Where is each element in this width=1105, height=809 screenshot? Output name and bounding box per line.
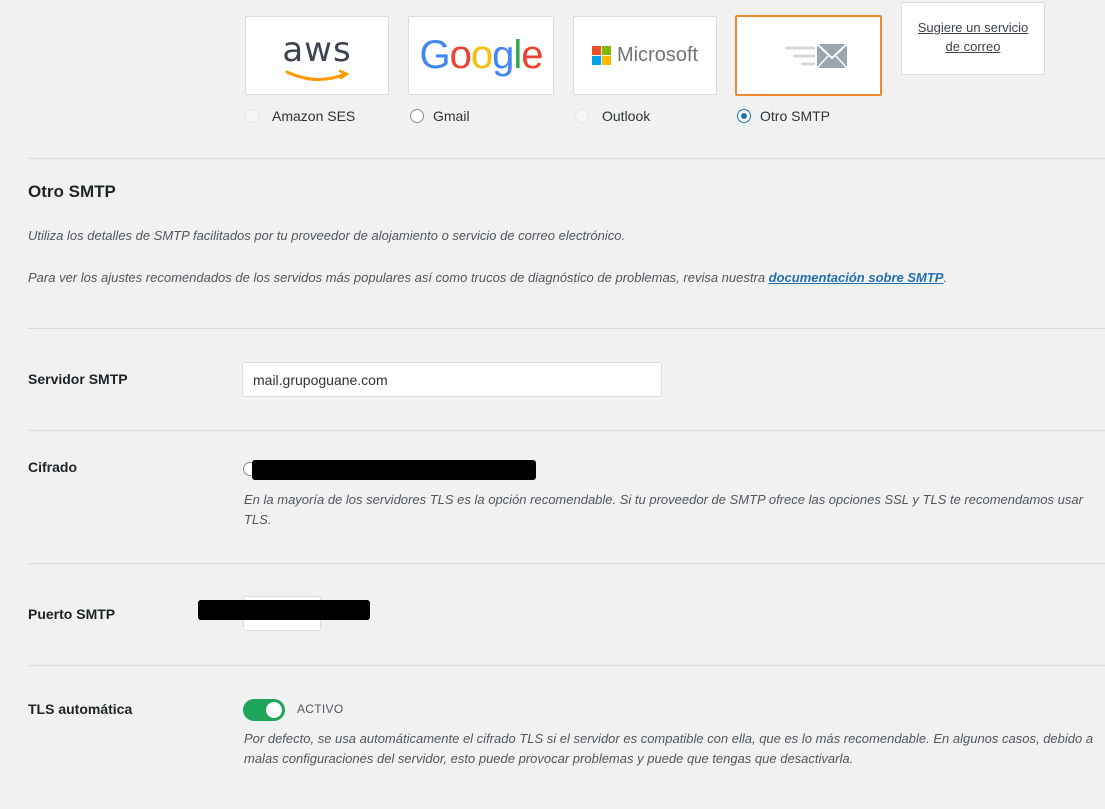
microsoft-squares-icon xyxy=(591,45,611,65)
suggest-mailer-card[interactable]: Sugiere un servicio de correo xyxy=(901,2,1045,75)
radio-button[interactable] xyxy=(245,109,259,123)
section-description: Utiliza los detalles de SMTP facilitados… xyxy=(28,228,626,243)
smtp-port-label: Puerto SMTP xyxy=(28,606,116,622)
divider xyxy=(28,328,1105,329)
divider xyxy=(28,563,1105,564)
radio-gmail[interactable]: Gmail xyxy=(410,108,470,124)
radio-label: Amazon SES xyxy=(272,108,356,124)
smtp-mail-icon xyxy=(784,42,848,69)
radio-amazon[interactable]: Amazon SES xyxy=(245,108,355,124)
google-logo: Google xyxy=(419,33,543,77)
radio-button[interactable] xyxy=(410,109,424,123)
mailer-card-amazon[interactable]: aws xyxy=(245,16,389,95)
divider xyxy=(28,665,1105,666)
radio-button[interactable] xyxy=(575,109,589,123)
divider xyxy=(28,430,1105,431)
autotls-label: TLS automática xyxy=(28,701,133,717)
autotls-toggle[interactable] xyxy=(243,699,285,721)
microsoft-logo: Microsoft xyxy=(591,44,698,67)
mailer-card-gmail[interactable]: Google xyxy=(408,16,554,95)
mailer-card-smtp[interactable] xyxy=(735,15,882,96)
smtp-docs-link[interactable]: documentación sobre SMTP xyxy=(769,270,944,285)
smtp-host-input[interactable] xyxy=(242,362,662,397)
encryption-label: Cifrado xyxy=(28,459,77,475)
redacted-port-value xyxy=(198,600,370,620)
section-title: Otro SMTP xyxy=(28,182,116,201)
radio-smtp[interactable]: Otro SMTP xyxy=(737,108,830,124)
aws-logo: aws xyxy=(277,28,357,84)
suggest-mailer-link[interactable]: Sugiere un servicio de correo xyxy=(918,18,1029,56)
divider xyxy=(28,158,1105,159)
autotls-help: Por defecto, se usa automáticamente el c… xyxy=(244,731,1094,766)
redacted-encryption-options xyxy=(252,460,536,480)
section-doc-note: Para ver los ajustes recomendados de los… xyxy=(28,270,948,285)
toggle-knob xyxy=(266,702,282,718)
autotls-status: ACTIVO xyxy=(297,702,344,716)
radio-label: Outlook xyxy=(602,108,651,124)
radio-button[interactable] xyxy=(737,109,751,123)
mailer-card-outlook[interactable]: Microsoft xyxy=(573,16,717,95)
encryption-help: En la mayoría de los servidores TLS es l… xyxy=(244,492,1083,527)
radio-label: Otro SMTP xyxy=(760,108,831,124)
radio-outlook[interactable]: Outlook xyxy=(575,108,650,124)
radio-label: Gmail xyxy=(433,108,470,124)
smtp-host-label: Servidor SMTP xyxy=(28,371,128,387)
